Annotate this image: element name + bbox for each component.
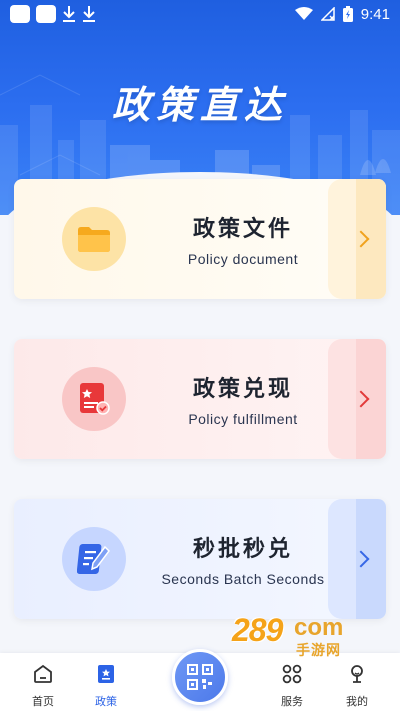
card-arrow-button[interactable]	[328, 499, 386, 619]
battery-icon	[342, 6, 353, 22]
home-icon	[34, 664, 52, 683]
card-subtitle: Seconds Batch Seconds	[161, 571, 325, 587]
page-title: 政策直达	[111, 83, 288, 127]
profile-icon	[351, 665, 363, 683]
watermark-logo: 289 com 手游网	[232, 612, 382, 660]
chevron-right-icon	[352, 550, 370, 568]
qr-code-icon	[187, 664, 213, 690]
nav-item-profile[interactable]: 我的	[327, 663, 387, 709]
policy-fulfillment-card[interactable]: 政策兑现 Policy fulfillment	[14, 339, 386, 459]
chevron-right-icon	[352, 230, 370, 248]
grid-icon	[282, 664, 302, 684]
nav-label: 我的	[346, 695, 368, 708]
wifi-icon	[294, 7, 313, 20]
watermark-text: 手游网	[296, 643, 341, 659]
card-icon-wrapper	[62, 367, 126, 431]
card-title: 政策兑现	[192, 377, 293, 402]
nav-item-services[interactable]: 服务	[262, 663, 322, 709]
nav-item-policy[interactable]: 政策	[76, 663, 136, 709]
status-bar: 9:41	[0, 0, 400, 28]
status-time: 9:41	[360, 5, 390, 23]
card-title: 政策文件	[192, 217, 293, 242]
nav-label: 服务	[281, 695, 303, 708]
chevron-right-icon	[352, 390, 370, 408]
notification-icon	[10, 5, 30, 23]
nav-label: 政策	[95, 695, 117, 708]
notification-icon	[36, 5, 56, 23]
download-icon	[83, 6, 95, 22]
card-subtitle: Policy document	[187, 251, 299, 267]
qr-scan-button[interactable]	[172, 649, 228, 705]
card-icon-wrapper	[62, 527, 126, 591]
card-arrow-button[interactable]	[328, 179, 386, 299]
card-icon-wrapper	[62, 207, 126, 271]
nav-label: 首页	[32, 695, 54, 708]
policy-document-card[interactable]: 政策文件 Policy document	[14, 179, 386, 299]
card-arrow-button[interactable]	[328, 339, 386, 459]
watermark-suffix: com	[294, 614, 344, 641]
policy-icon	[98, 665, 114, 683]
card-title: 秒批秒兑	[192, 537, 293, 562]
folder-icon	[78, 227, 110, 252]
watermark-number: 289	[232, 612, 283, 648]
nav-item-home[interactable]: 首页	[13, 663, 73, 709]
certificate-icon	[80, 383, 110, 415]
seconds-batch-card[interactable]: 秒批秒兑 Seconds Batch Seconds	[14, 499, 386, 619]
signal-off-icon	[320, 7, 335, 21]
download-icon	[63, 6, 75, 22]
card-subtitle: Policy fulfillment	[188, 411, 298, 427]
document-edit-icon	[77, 544, 110, 574]
